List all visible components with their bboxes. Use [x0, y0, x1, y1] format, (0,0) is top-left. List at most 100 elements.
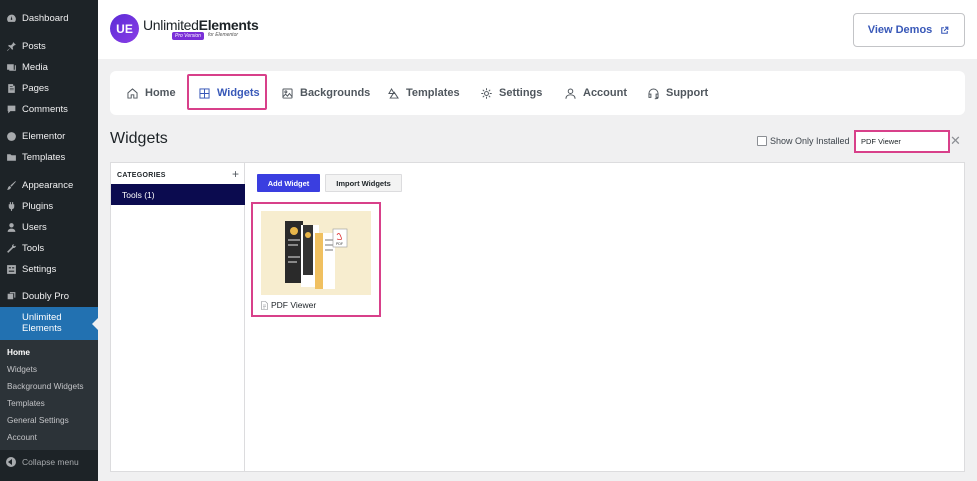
- import-widgets-button[interactable]: Import Widgets: [325, 174, 402, 192]
- headset-icon: [648, 88, 659, 99]
- tab-backgrounds[interactable]: Backgrounds: [281, 71, 370, 115]
- account-icon: [565, 87, 576, 99]
- doubly-icon: [5, 291, 17, 303]
- widget-thumbnail[interactable]: PDF: [261, 211, 371, 295]
- sidebar-item-media[interactable]: Media: [0, 57, 98, 78]
- tab-label: Backgrounds: [300, 87, 371, 99]
- sidebar-item-comments[interactable]: Comments: [0, 99, 98, 120]
- pin-icon: [5, 41, 17, 53]
- sidebar-item-label: Posts: [22, 41, 46, 52]
- brush-icon: [5, 180, 17, 192]
- sidebar-item-posts[interactable]: Posts: [0, 36, 98, 57]
- show-only-installed-checkbox[interactable]: [757, 136, 767, 146]
- sidebar-item-pages[interactable]: Pages: [0, 78, 98, 99]
- gear-icon: [481, 87, 492, 99]
- show-only-installed-toggle[interactable]: Show Only Installed: [757, 136, 850, 146]
- widget-name: PDF Viewer: [271, 300, 317, 310]
- sidebar-item-doubly-pro[interactable]: Doubly Pro: [0, 286, 98, 307]
- categories-sidebar: CATEGORIES + Tools (1): [111, 163, 245, 471]
- tab-label: Templates: [406, 87, 460, 99]
- sidebar-item-label: Elementor: [22, 131, 66, 142]
- plug-icon: [5, 201, 17, 213]
- collapse-icon: [6, 457, 16, 467]
- tab-home[interactable]: Home: [126, 71, 176, 115]
- sidebar-item-label: Media: [22, 62, 48, 73]
- unlimited-elements-logo: UE UnlimitedElements Pro Version for Ele…: [110, 14, 259, 43]
- svg-text:PDF: PDF: [336, 242, 343, 246]
- logo-subtitle: for Elementor: [208, 32, 239, 38]
- elementor-icon: [5, 131, 17, 143]
- sidebar-item-dashboard[interactable]: Dashboard: [0, 8, 98, 29]
- folder-icon: [5, 152, 17, 164]
- submenu-item-background-widgets[interactable]: Background Widgets: [7, 381, 84, 391]
- sidebar-item-plugins[interactable]: Plugins: [0, 196, 98, 217]
- templates-icon: [388, 87, 399, 99]
- sidebar-item-label: Plugins: [22, 201, 54, 212]
- add-widget-button[interactable]: Add Widget: [257, 174, 320, 192]
- widget-search-box: [854, 130, 950, 153]
- settings-icon: [5, 264, 17, 276]
- sidebar-item-label: Doubly Pro: [22, 291, 69, 302]
- categories-header: CATEGORIES: [117, 172, 166, 179]
- sidebar-item-settings[interactable]: Settings: [0, 259, 98, 280]
- category-item-tools[interactable]: Tools (1): [111, 184, 245, 205]
- sidebar-item-unlimited-elements[interactable]: Unlimited Elements: [0, 307, 98, 343]
- external-link-icon: [941, 26, 949, 34]
- active-menu-arrow: [92, 318, 98, 330]
- sidebar-item-appearance[interactable]: Appearance: [0, 175, 98, 196]
- logo-word2: Elements: [198, 17, 259, 33]
- tab-label: Support: [666, 87, 709, 99]
- sidebar-item-label: Comments: [22, 104, 68, 115]
- logo-mark-icon: UE: [110, 14, 139, 43]
- logo-wordmark: UnlimitedElements: [143, 17, 259, 33]
- show-only-installed-label: Show Only Installed: [770, 136, 850, 146]
- tab-label: Settings: [499, 87, 543, 99]
- widget-card-pdf-viewer[interactable]: PDF PDF Viewer: [251, 202, 381, 317]
- sidebar-active-label: Unlimited Elements: [22, 312, 62, 334]
- sidebar-item-tools[interactable]: Tools: [0, 238, 98, 259]
- sidebar-item-templates[interactable]: Templates: [0, 147, 98, 168]
- logo-word1: Unlimited: [143, 17, 199, 33]
- page-title: Widgets: [110, 130, 168, 147]
- dashboard-icon: [5, 13, 17, 25]
- view-demos-button[interactable]: View Demos: [853, 13, 965, 47]
- sidebar-item-label: Pages: [22, 83, 49, 94]
- submenu-item-general-settings[interactable]: General Settings: [7, 415, 69, 425]
- collapse-menu-button[interactable]: Collapse menu: [0, 452, 98, 472]
- submenu-item-account[interactable]: Account: [7, 432, 37, 442]
- sidebar-item-label: Tools: [22, 243, 45, 254]
- wrench-icon: [5, 243, 17, 255]
- pro-version-badge: Pro Version: [172, 32, 204, 40]
- sidebar-item-label: Users: [22, 222, 47, 233]
- tab-support[interactable]: Support: [647, 71, 708, 115]
- home-icon: [127, 87, 138, 99]
- widgets-panel: CATEGORIES + Tools (1) Add Widget Import…: [110, 162, 965, 472]
- logo-text: UnlimitedElements Pro Version for Elemen…: [143, 14, 259, 43]
- comment-icon: [5, 104, 17, 116]
- tab-label: Account: [583, 87, 627, 99]
- sidebar-submenu: Home Widgets Background Widgets Template…: [0, 340, 98, 450]
- sidebar-active-label-line1: Unlimited: [22, 312, 62, 323]
- tab-label: Home: [145, 87, 176, 99]
- sidebar-item-elementor[interactable]: Elementor: [0, 126, 98, 147]
- sidebar-item-users[interactable]: Users: [0, 217, 98, 238]
- admin-sidebar: Dashboard Posts Media Pages Comments Ele…: [0, 0, 98, 481]
- tab-templates[interactable]: Templates: [387, 71, 460, 115]
- submenu-item-home[interactable]: Home: [7, 347, 30, 357]
- tab-account[interactable]: Account: [564, 71, 627, 115]
- sidebar-item-label: Settings: [22, 264, 57, 275]
- media-icon: [5, 62, 17, 74]
- clear-search-icon[interactable]: ✕: [950, 134, 961, 147]
- document-icon: [261, 300, 268, 310]
- sidebar-active-label-line2: Elements: [22, 323, 62, 334]
- widget-search-input[interactable]: [861, 137, 941, 146]
- image-icon: [282, 87, 293, 99]
- tab-settings[interactable]: Settings: [480, 71, 542, 115]
- add-category-icon[interactable]: +: [232, 167, 239, 181]
- collapse-menu-label: Collapse menu: [22, 457, 79, 467]
- view-demos-label: View Demos: [867, 24, 933, 36]
- submenu-item-widgets[interactable]: Widgets: [7, 364, 37, 374]
- submenu-item-templates[interactable]: Templates: [7, 398, 45, 408]
- active-tab-highlight: [187, 74, 267, 110]
- plugin-header: UE UnlimitedElements Pro Version for Ele…: [98, 0, 977, 59]
